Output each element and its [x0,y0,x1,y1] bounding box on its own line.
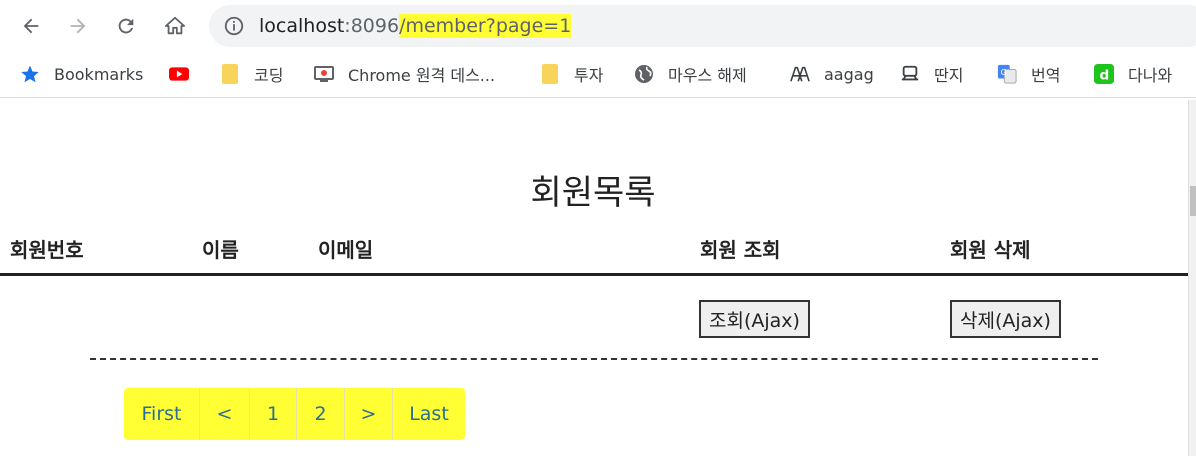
bookmark-coding[interactable]: 코딩 [220,61,283,87]
page-title: 회원목록 [530,173,656,213]
url-text[interactable]: localhost:8096/member?page=1 [259,14,572,38]
page-next-link[interactable]: > [345,388,393,440]
delete-ajax-button[interactable]: 삭제(Ajax) [950,300,1061,338]
arrow-left-icon [23,18,39,34]
bookmark-label: 딴지 [934,66,964,85]
bookmark-bookmarks[interactable]: Bookmarks [20,61,143,87]
home-icon [164,16,186,35]
bookmarks-bar: Bookmarks 코딩 Chrome 원격 데스... 투자 마우스 해제 a… [0,52,1196,98]
bookmark-translate[interactable]: G 번역 [997,61,1060,87]
page-last-link[interactable]: Last [393,388,465,440]
bookmark-label: 투자 [574,66,604,85]
bookmark-label: aagag [824,64,874,84]
aagag-icon [790,64,810,84]
vertical-scrollbar[interactable] [1188,100,1196,456]
bookmark-label: 다나와 [1128,66,1173,85]
page-1-link[interactable]: 1 [250,388,297,440]
header-view-member: 회원 조회 [700,238,781,262]
bookmark-investment[interactable]: 투자 [540,61,603,87]
bookmark-label: 코딩 [254,66,284,85]
dashed-divider [90,358,1098,360]
scrollbar-thumb[interactable] [1190,186,1196,216]
info-icon[interactable] [223,15,245,37]
bookmark-mouse-unlock[interactable]: 마우스 해제 [634,61,747,87]
star-icon [20,64,40,84]
view-ajax-button[interactable]: 조회(Ajax) [699,300,810,338]
header-member-number: 회원번호 [10,238,84,262]
pagination: First < 1 2 > Last [124,388,465,440]
bookmark-label: Bookmarks [54,64,144,84]
page-2-link[interactable]: 2 [297,388,345,440]
page-first-link[interactable]: First [124,388,200,440]
youtube-icon [169,64,189,84]
bookmark-youtube[interactable] [169,61,203,87]
url-host: localhost [259,15,345,37]
folder-icon [540,64,560,84]
reload-icon [118,18,134,34]
bookmark-chrome-remote-desktop[interactable]: Chrome 원격 데스... [314,61,495,87]
bookmark-aagag[interactable]: aagag [790,61,874,87]
bookmark-danawa[interactable]: d 다나와 [1094,61,1172,87]
reload-button[interactable] [112,12,140,40]
header-delete-member: 회원 삭제 [950,238,1031,262]
danawa-icon: d [1094,64,1114,84]
bookmark-label: 마우스 해제 [668,66,747,85]
url-port: :8096 [344,15,400,37]
home-button[interactable] [161,12,189,40]
header-email: 이메일 [318,238,374,262]
svg-text:G: G [1001,67,1007,77]
header-divider [0,273,1189,276]
bookmark-ddanzi[interactable]: 딴지 [900,61,963,87]
bookmark-label: Chrome 원격 데스... [348,66,496,85]
folder-icon [220,64,240,84]
globe-icon [634,64,654,84]
remote-desktop-icon [314,64,334,84]
svg-text:d: d [1099,67,1109,83]
back-button[interactable] [17,12,45,40]
forward-button[interactable] [64,12,92,40]
browser-toolbar: localhost:8096/member?page=1 [0,0,1196,52]
page-prev-link[interactable]: < [200,388,250,440]
translate-icon: G [997,64,1017,84]
bookmark-label: 번역 [1031,66,1061,85]
url-path: /member?page=1 [399,14,572,38]
ddanzi-icon [900,64,920,84]
address-bar[interactable]: localhost:8096/member?page=1 [209,5,1196,47]
header-name: 이름 [202,238,239,262]
arrow-right-icon [70,18,86,34]
